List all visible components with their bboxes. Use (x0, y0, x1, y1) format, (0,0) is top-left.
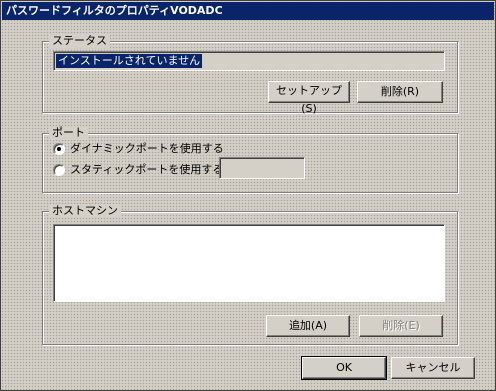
port-group: ポート ダイナミックポートを使用する スタティックポートを使用する (42, 126, 458, 193)
status-group-legend: ステータス (49, 34, 110, 48)
status-field: インストールされていません (53, 51, 445, 71)
static-port-input[interactable] (219, 157, 305, 179)
host-machine-list[interactable] (53, 224, 445, 302)
dynamic-port-label: ダイナミックポートを使用する (70, 142, 224, 155)
status-text: インストールされていません (56, 54, 203, 68)
remove-host-button[interactable]: 削除(E) (359, 315, 443, 337)
dynamic-port-radio-button[interactable] (53, 143, 65, 155)
ok-button[interactable]: OK (301, 356, 387, 380)
properties-dialog: パスワードフィルタのプロパティVODADC ステータス インストールされていませ… (0, 0, 496, 391)
status-group: ステータス インストールされていません セットアップ(S) 削除(R) (42, 34, 458, 115)
dialog-title: パスワードフィルタのプロパティVODADC (2, 2, 494, 20)
setup-button[interactable]: セットアップ(S) (268, 81, 350, 115)
host-machine-group-legend: ホストマシン (49, 204, 121, 218)
add-host-button[interactable]: 追加(A) (266, 315, 350, 337)
static-port-label: スタティックポートを使用する (70, 163, 224, 176)
cancel-button[interactable]: キャンセル (391, 357, 475, 379)
static-port-radio-button[interactable] (53, 164, 65, 176)
port-group-legend: ポート (49, 126, 88, 140)
radio-selected-dot (57, 147, 61, 151)
host-machine-group: ホストマシン 追加(A) 削除(E) (42, 204, 458, 345)
remove-status-button[interactable]: 削除(R) (357, 81, 443, 103)
